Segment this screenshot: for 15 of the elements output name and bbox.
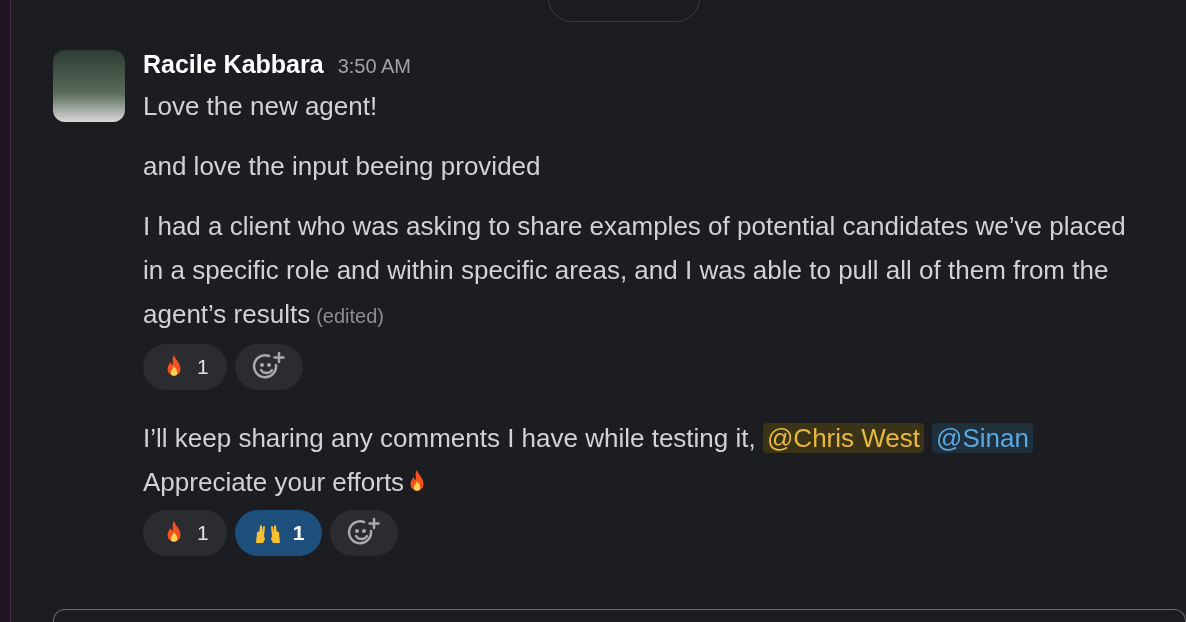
message-text: I had a client who was asking to share examples of potential candidates we’ve placed in a specific role and within specific areas, and I was able to pull all of them from the agent’s results (edited) (143, 210, 1127, 331)
add-reaction-button[interactable] (234, 344, 303, 390)
user-mention[interactable]: @Sinan (932, 423, 1033, 453)
reaction-pill[interactable]: 1 (234, 510, 323, 556)
message-text: Love the new agent! (143, 90, 379, 123)
message-time[interactable]: 3:50 AM (337, 55, 412, 78)
reaction-pill[interactable]: 1 (143, 510, 227, 556)
message-input-field[interactable] (53, 609, 1186, 622)
author-name[interactable]: Racile Kabbara (143, 50, 324, 79)
reaction-pill[interactable]: 1 (143, 344, 227, 390)
user-mention[interactable]: @Chris West (762, 423, 924, 453)
message-text: I’ll keep sharing any comments I have while testing it, @Chris West @Sinan Appreciate your efforts (143, 416, 1143, 504)
add-reaction-button[interactable] (330, 510, 399, 556)
avatar-photo-placeholder[interactable] (53, 50, 125, 122)
message-text: and love the input beeing provided (143, 150, 542, 183)
